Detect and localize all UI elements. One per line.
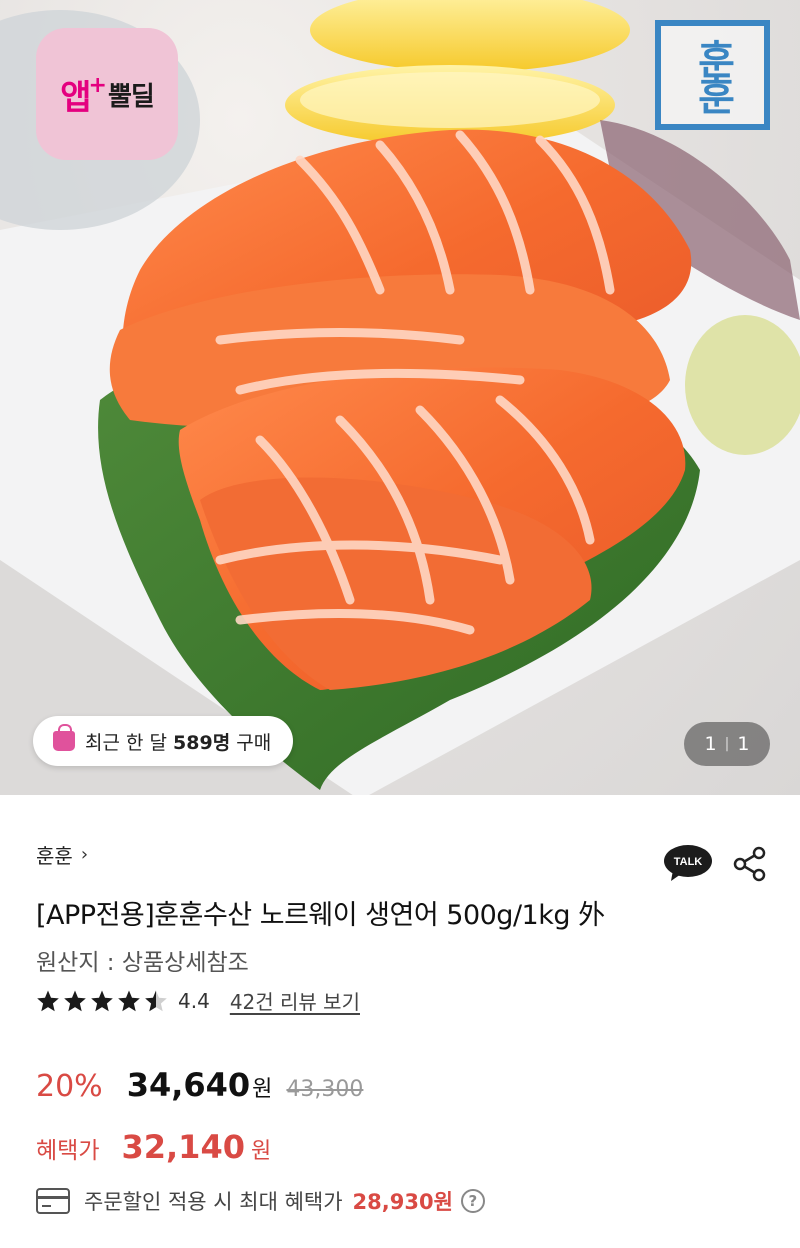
sale-price: 34,640 — [126, 1066, 251, 1104]
benefit-label: 혜택가 — [36, 1138, 100, 1164]
page-current: 1 — [704, 733, 717, 755]
app-deal-badge: 앱 + 뿔딜 — [36, 28, 178, 160]
star-icon — [37, 990, 59, 1011]
benefit-price-row: 혜택가 32,140 원 — [36, 1128, 271, 1166]
product-origin: 원산지 : 상품상세참조 — [36, 950, 249, 976]
rating-score: 4.4 — [178, 988, 210, 1013]
shopping-bag-icon — [53, 724, 75, 751]
recent-purchase-pill: 최근 한 달 589명 구매 — [33, 716, 294, 766]
star-icon — [91, 990, 113, 1011]
page-total: 1 — [737, 733, 750, 755]
rating-row: 4.4 42건 리뷰 보기 — [36, 986, 360, 1015]
star-icon — [118, 990, 140, 1011]
review-link[interactable]: 42건 리뷰 보기 — [230, 986, 360, 1015]
help-icon[interactable]: ? — [460, 1189, 485, 1213]
benefit-price: 32,140 — [121, 1128, 245, 1166]
share-icon[interactable] — [733, 846, 767, 882]
seller-link[interactable]: 훈훈 › — [36, 840, 88, 869]
chevron-right-icon: › — [80, 844, 89, 865]
price-row: 20% 34,640 원 43,300 — [36, 1066, 363, 1104]
talk-label: TALK — [674, 856, 703, 868]
discount-rate: 20% — [36, 1069, 103, 1104]
recent-purchase-count: 589명 — [173, 731, 231, 754]
image-page-indicator: 1 | 1 — [684, 722, 770, 766]
benefit-price-currency: 원 — [250, 1139, 272, 1164]
page-separator: | — [724, 736, 730, 752]
brand-logo-text: 훈훈 — [689, 39, 736, 111]
seller-name: 훈훈 — [36, 844, 73, 868]
recent-purchase-text: 최근 한 달 589명 구매 — [85, 731, 272, 754]
rating-stars — [36, 989, 168, 1013]
original-price: 43,300 — [286, 1077, 364, 1102]
coupon-max-price: 28,930원 — [352, 1190, 453, 1214]
kakao-talk-icon[interactable]: TALK — [663, 844, 713, 882]
credit-card-icon — [36, 1188, 70, 1214]
app-badge-main: 앱 — [60, 77, 91, 118]
coupon-benefit-row[interactable]: 주문할인 적용 시 최대 혜택가 28,930원 ? — [36, 1186, 485, 1216]
sale-price-currency: 원 — [252, 1077, 273, 1102]
app-badge-plus: + — [88, 72, 107, 98]
star-half-icon — [145, 990, 167, 1011]
product-title: [APP전용]훈훈수산 노르웨이 생연어 500g/1kg 外 — [36, 900, 605, 931]
product-image[interactable]: 앱 + 뿔딜 훈훈 최근 한 달 589명 구매 1 | 1 — [0, 0, 800, 795]
brand-logo: 훈훈 — [655, 20, 770, 130]
star-icon — [64, 990, 86, 1011]
coupon-text: 주문할인 적용 시 최대 혜택가 — [84, 1190, 343, 1214]
app-badge-sub: 뿔딜 — [107, 81, 155, 112]
